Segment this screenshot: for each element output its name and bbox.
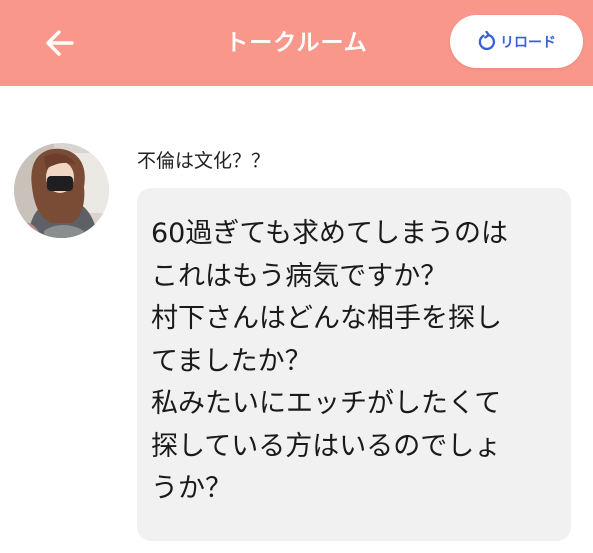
back-button[interactable] [38, 23, 82, 63]
reload-label: リロード [500, 34, 556, 51]
refresh-icon [478, 30, 495, 50]
arrow-left-icon [46, 30, 74, 56]
avatar[interactable] [14, 143, 109, 238]
sender-name: 不倫は文化？？ [137, 150, 271, 172]
user-avatar-photo [14, 143, 109, 238]
app-header: トークルーム リロード [0, 0, 593, 86]
reload-button[interactable]: リロード [450, 15, 583, 68]
message-bubble: 60過ぎても求めてしまうのは これはもう病気ですか？ 村下さんはどんな相手を探し… [137, 188, 571, 541]
